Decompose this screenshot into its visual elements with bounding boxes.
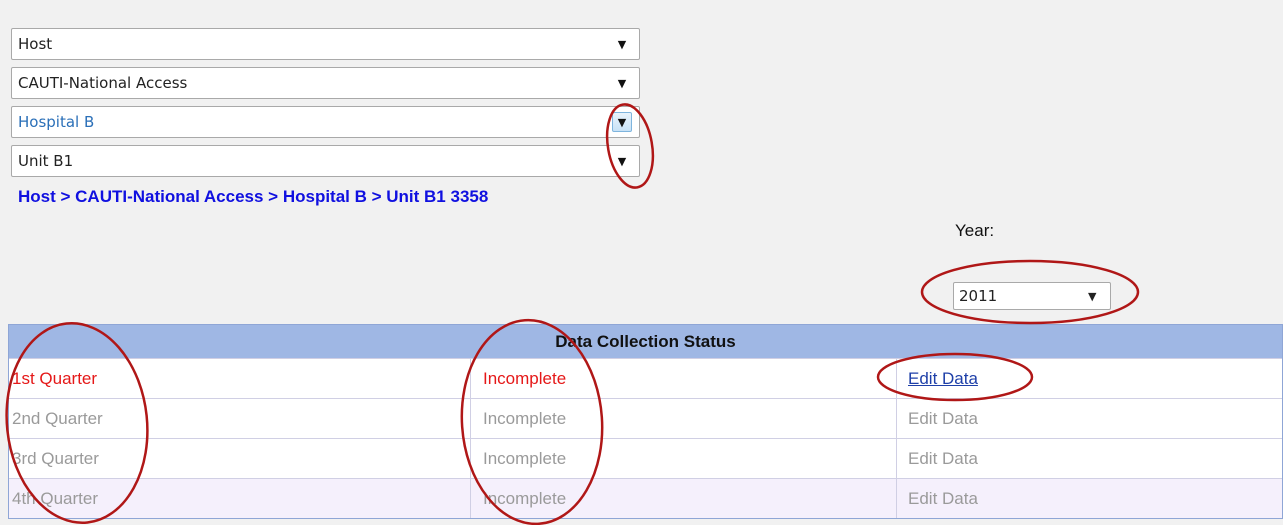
data-collection-table: Data Collection Status 1st Quarter Incom… <box>8 324 1283 519</box>
status-cell: Incomplete <box>471 479 897 518</box>
status-cell: Incomplete <box>471 439 897 478</box>
status-cell: Incomplete <box>471 359 897 398</box>
quarter-cell: 2nd Quarter <box>9 399 471 438</box>
facility-select-value: Hospital B <box>18 113 95 131</box>
facility-select[interactable]: Hospital B ▼ <box>11 106 640 138</box>
action-cell: Edit Data <box>897 359 1282 398</box>
year-label: Year: <box>955 221 995 240</box>
edit-data-link[interactable]: Edit Data <box>908 409 978 429</box>
edit-data-link[interactable]: Edit Data <box>908 449 978 469</box>
host-select-value: Host <box>18 35 53 53</box>
unit-select-value: Unit B1 <box>18 152 74 170</box>
chevron-down-icon[interactable]: ▼ <box>612 112 632 132</box>
breadcrumb: Host > CAUTI-National Access > Hospital … <box>18 187 489 206</box>
host-select[interactable]: Host ▼ <box>11 28 640 60</box>
edit-data-link[interactable]: Edit Data <box>908 489 978 509</box>
quarter-cell: 1st Quarter <box>9 359 471 398</box>
action-cell: Edit Data <box>897 479 1282 518</box>
table-row: 4th Quarter Incomplete Edit Data <box>9 478 1282 518</box>
chevron-down-icon[interactable]: ▼ <box>1088 290 1106 303</box>
quarter-cell: 4th Quarter <box>9 479 471 518</box>
status-cell: Incomplete <box>471 399 897 438</box>
edit-data-link[interactable]: Edit Data <box>908 369 978 389</box>
table-row: 3rd Quarter Incomplete Edit Data <box>9 438 1282 478</box>
group-select-value: CAUTI-National Access <box>18 74 188 92</box>
year-select[interactable]: 2011 ▼ <box>953 282 1111 310</box>
table-row: 2nd Quarter Incomplete Edit Data <box>9 398 1282 438</box>
group-select[interactable]: CAUTI-National Access ▼ <box>11 67 640 99</box>
table-row: 1st Quarter Incomplete Edit Data <box>9 358 1282 398</box>
table-title: Data Collection Status <box>9 325 1282 358</box>
table-body: 1st Quarter Incomplete Edit Data 2nd Qua… <box>9 358 1282 518</box>
chevron-down-icon[interactable]: ▼ <box>611 146 633 176</box>
action-cell: Edit Data <box>897 439 1282 478</box>
chevron-down-icon[interactable]: ▼ <box>611 29 633 59</box>
year-select-value: 2011 <box>959 287 998 305</box>
chevron-down-icon[interactable]: ▼ <box>611 68 633 98</box>
action-cell: Edit Data <box>897 399 1282 438</box>
unit-select[interactable]: Unit B1 ▼ <box>11 145 640 177</box>
quarter-cell: 3rd Quarter <box>9 439 471 478</box>
